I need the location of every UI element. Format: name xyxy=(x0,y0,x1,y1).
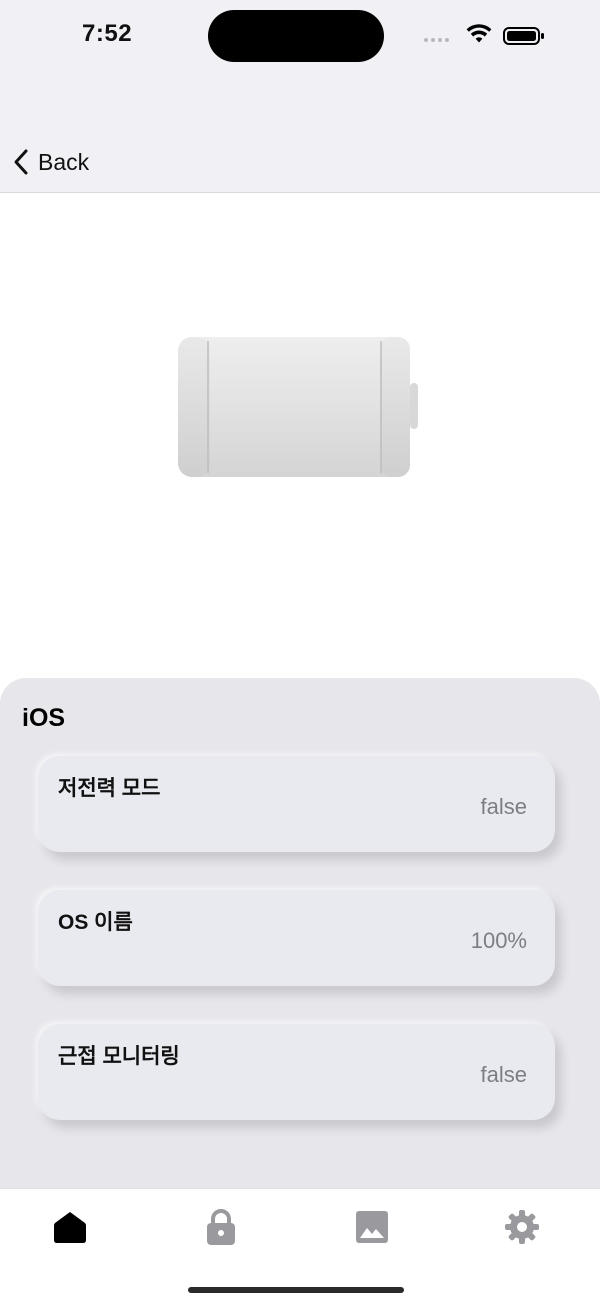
card-label: OS 이름 xyxy=(58,911,133,934)
back-label: Back xyxy=(38,148,90,175)
back-button[interactable]: Back xyxy=(12,148,89,176)
tab-home[interactable] xyxy=(50,1207,90,1247)
ios-info-panel: iOS 저전력 모드 false OS 이름 100% 근접 모니터링 fals… xyxy=(0,678,600,1198)
panel-title: iOS xyxy=(22,704,66,732)
chevron-left-icon xyxy=(14,149,28,175)
status-time: 7:52 xyxy=(82,20,133,47)
info-card-proximity-monitoring: 근접 모니터링 false xyxy=(38,1024,555,1120)
info-card-os-name: OS 이름 100% xyxy=(38,890,555,986)
lock-icon xyxy=(207,1209,235,1245)
image-icon xyxy=(356,1211,388,1243)
card-value: false xyxy=(480,1062,527,1087)
battery-status-icon xyxy=(503,27,544,45)
info-card-low-power-mode: 저전력 모드 false xyxy=(38,756,555,852)
tab-bar xyxy=(0,1188,600,1303)
hero-area xyxy=(0,193,600,678)
home-indicator xyxy=(188,1287,404,1293)
status-bar: 7:52 xyxy=(0,0,600,80)
card-label: 근접 모니터링 xyxy=(58,1045,180,1068)
battery-illustration xyxy=(178,337,418,477)
card-label: 저전력 모드 xyxy=(58,777,161,800)
card-value: 100% xyxy=(470,928,527,953)
tab-image[interactable] xyxy=(352,1207,392,1247)
card-value: false xyxy=(480,794,527,819)
signal-dots-icon xyxy=(424,38,449,42)
navigation-bar: Back xyxy=(0,80,600,193)
home-icon xyxy=(54,1212,86,1243)
gear-icon xyxy=(505,1210,539,1244)
dynamic-island xyxy=(208,10,384,62)
wifi-icon xyxy=(466,24,492,43)
tab-lock[interactable] xyxy=(201,1207,241,1247)
tab-settings[interactable] xyxy=(502,1207,542,1247)
